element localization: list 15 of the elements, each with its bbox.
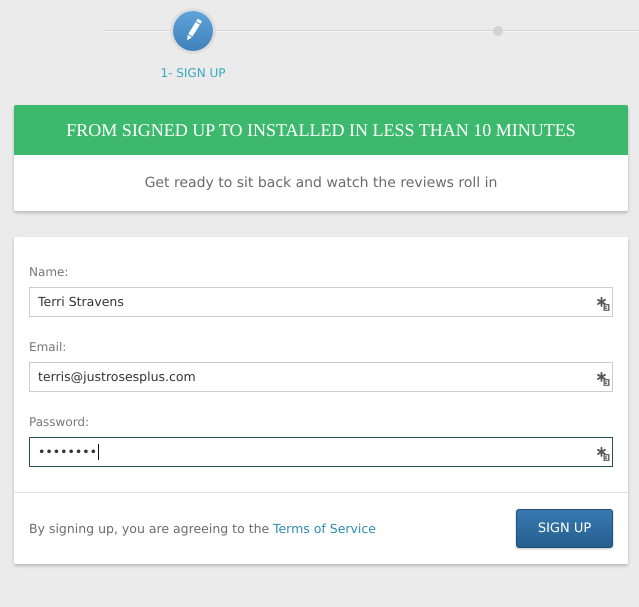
password-manager-icon[interactable]	[597, 372, 610, 386]
input-field[interactable]: terris@justrosesplus.com	[29, 362, 613, 392]
input-field[interactable]: Terri Stravens	[29, 287, 613, 317]
field-label: Password:	[29, 414, 90, 430]
password-manager-icon[interactable]	[597, 296, 610, 310]
field-label: Name:	[29, 264, 68, 280]
sign-up-button[interactable]: SIGN UP	[516, 509, 613, 548]
step-label: 1- SIGN UP	[160, 66, 226, 80]
agreement-text: By signing up, you are agreeing to the Terms of Service	[29, 521, 376, 536]
terms-link[interactable]: Terms of Service	[272, 521, 376, 536]
input-field[interactable]: ••••••••	[29, 437, 613, 467]
banner-title: FROM SIGNED UP TO INSTALLED IN LESS THAN 10 MINUTES	[66, 120, 576, 140]
banner-subtitle: Get ready to sit back and watch the reviews roll in	[144, 175, 498, 191]
password-manager-icon[interactable]	[597, 446, 610, 460]
field-label: Email:	[29, 339, 66, 355]
